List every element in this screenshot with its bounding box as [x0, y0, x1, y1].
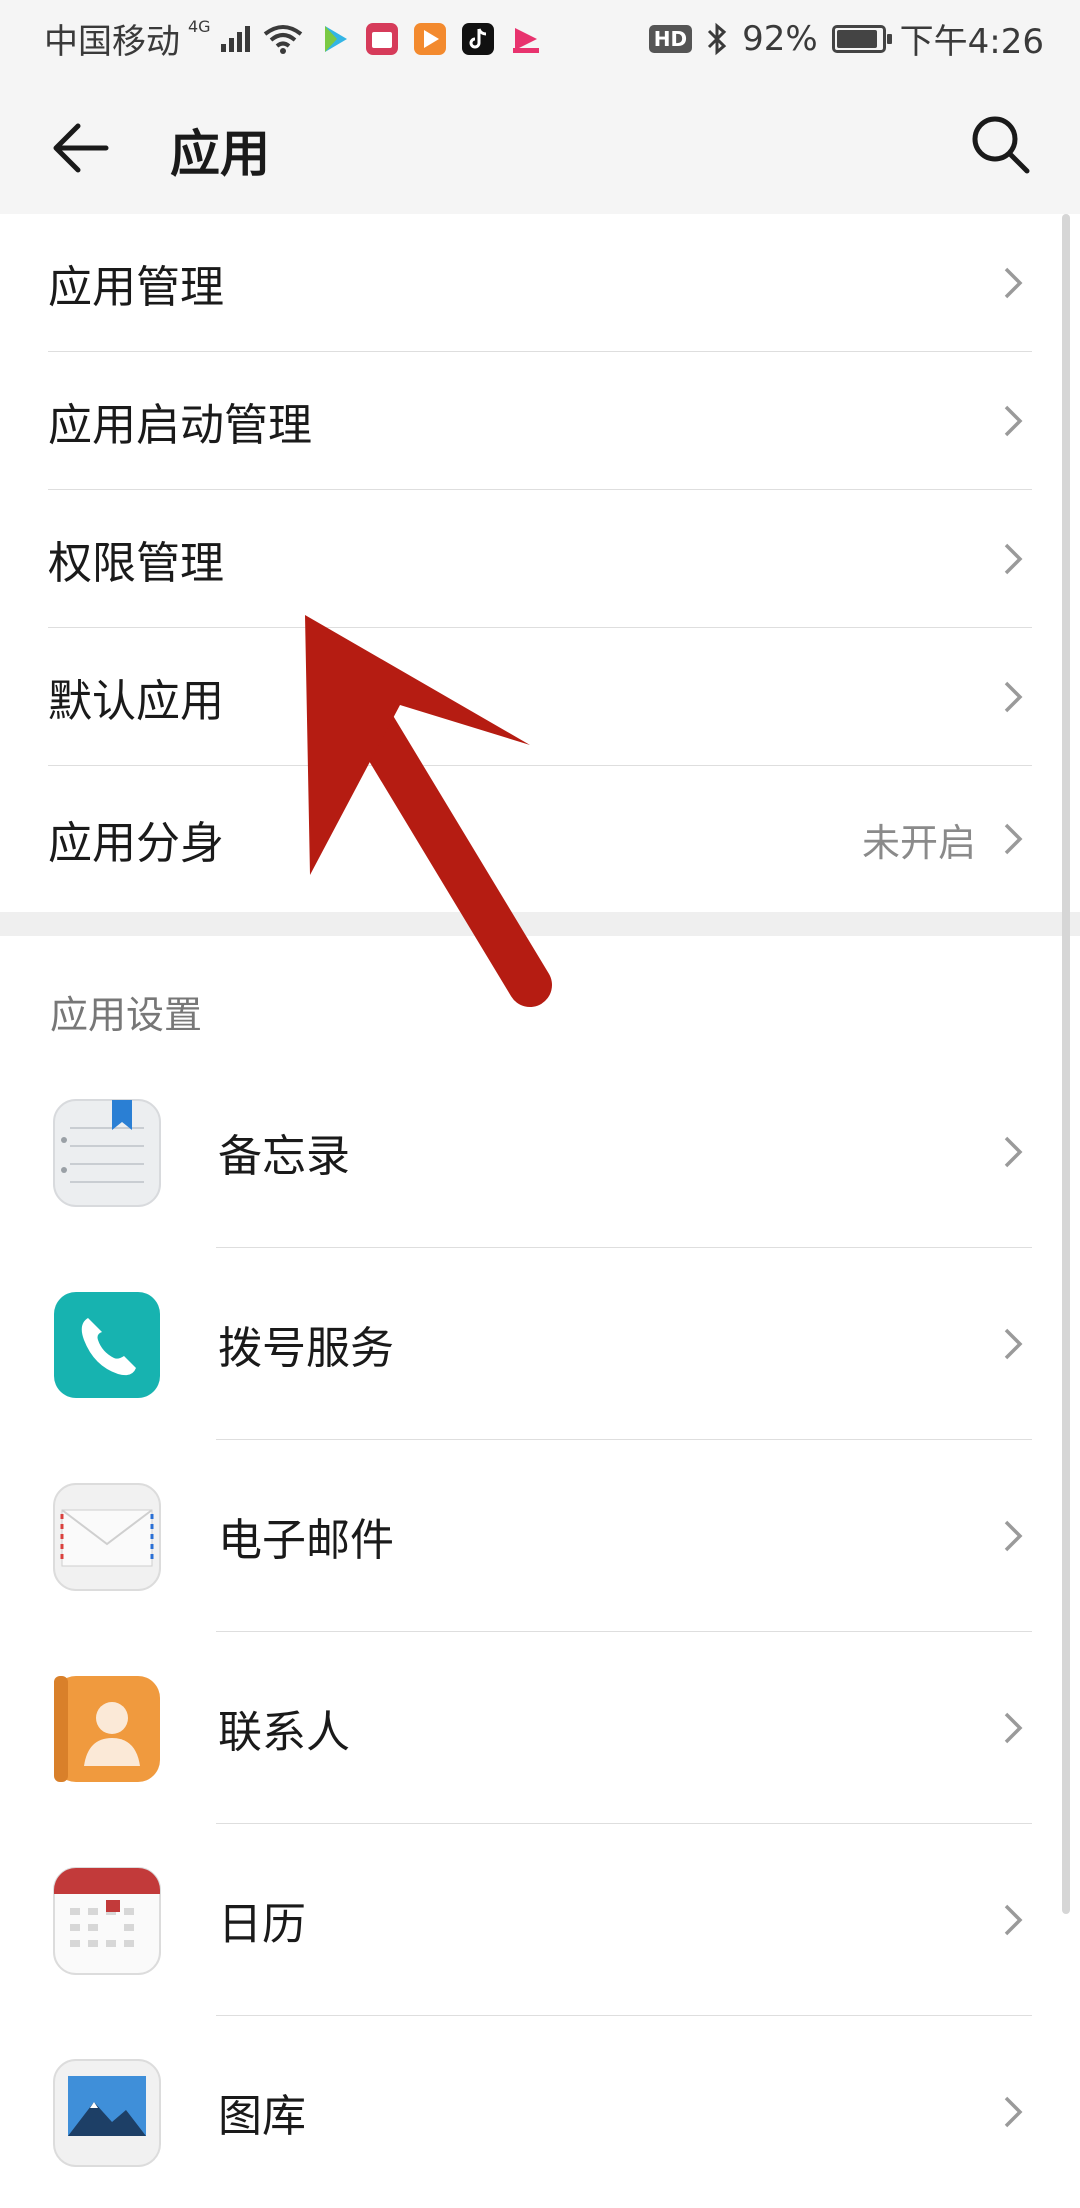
menu-item-label: 权限管理 — [48, 538, 224, 589]
battery-percent: 92% — [742, 18, 818, 59]
back-button[interactable] — [40, 108, 120, 188]
app-item-email[interactable]: 电子邮件 — [0, 1440, 1080, 1632]
player-app-notification-icon — [413, 22, 446, 55]
contacts-icon — [52, 1674, 162, 1784]
menu-item-label: 默认应用 — [48, 676, 224, 727]
app-name: 联系人 — [218, 1707, 350, 1758]
phone-icon — [52, 1290, 162, 1400]
mall-app-notification-icon — [365, 22, 398, 55]
menu-item-label: 应用启动管理 — [48, 400, 312, 451]
search-icon — [972, 116, 1030, 174]
calendar-icon — [52, 1866, 162, 1976]
signal-icon — [220, 25, 250, 52]
menu-item-label: 应用管理 — [48, 262, 224, 313]
app-name: 拨号服务 — [218, 1323, 394, 1374]
app-menu-group: 应用管理 应用启动管理 权限管理 默认应用 应用分身 未开启 — [0, 214, 1080, 912]
hd-badge: HD — [648, 24, 693, 53]
status-bar: 中国移动 4G HD 92% 下午4:26 — [0, 0, 1080, 76]
network-type-badge: 4G — [188, 17, 211, 36]
app-item-notepad[interactable]: 备忘录 — [0, 1056, 1080, 1248]
clock: 下午4:26 — [899, 22, 1044, 62]
scrollbar[interactable] — [1062, 214, 1070, 1914]
app-item-contacts[interactable]: 联系人 — [0, 1632, 1080, 1824]
app-twin-status: 未开启 — [861, 820, 976, 865]
chevron-right-icon — [1004, 543, 1023, 575]
menu-item-permission-management[interactable]: 权限管理 — [48, 490, 1032, 628]
chevron-right-icon — [1004, 1904, 1023, 1936]
wifi-icon — [263, 24, 302, 54]
app-item-gallery[interactable]: 图库 — [0, 2016, 1080, 2208]
app-bar: 应用 — [0, 76, 1080, 214]
chevron-right-icon — [1004, 405, 1023, 437]
search-button[interactable] — [960, 104, 1040, 184]
menu-item-app-twin[interactable]: 应用分身 未开启 — [48, 766, 1032, 912]
chevron-right-icon — [1004, 823, 1023, 855]
back-arrow-icon — [53, 123, 109, 173]
app-item-calendar[interactable]: 日历 — [0, 1824, 1080, 2016]
chevron-right-icon — [1004, 1136, 1023, 1168]
app-name: 日历 — [218, 1899, 306, 1950]
bluetooth-icon — [708, 22, 727, 55]
battery-icon — [831, 24, 892, 53]
notepad-icon — [52, 1098, 162, 1208]
chevron-right-icon — [1004, 1328, 1023, 1360]
section-title-app-settings: 应用设置 — [50, 993, 203, 1037]
video-app-notification-icon — [324, 25, 347, 52]
chevron-right-icon — [1004, 2096, 1023, 2128]
envelope-icon — [52, 1482, 162, 1592]
app-name: 电子邮件 — [218, 1515, 394, 1566]
menu-item-app-management[interactable]: 应用管理 — [48, 214, 1032, 352]
app-name: 图库 — [218, 2091, 306, 2142]
section-separator — [0, 912, 1080, 936]
news-app-notification-icon — [512, 27, 539, 53]
chevron-right-icon — [1004, 681, 1023, 713]
chevron-right-icon — [1004, 267, 1023, 299]
page-title: 应用 — [170, 125, 270, 183]
menu-item-default-apps[interactable]: 默认应用 — [48, 628, 1032, 766]
tiktok-notification-icon — [461, 22, 494, 55]
gallery-icon — [52, 2058, 162, 2168]
chevron-right-icon — [1004, 1520, 1023, 1552]
app-name: 备忘录 — [218, 1131, 350, 1182]
chevron-right-icon — [1004, 1712, 1023, 1744]
menu-item-app-launch-management[interactable]: 应用启动管理 — [48, 352, 1032, 490]
app-item-dialer[interactable]: 拨号服务 — [0, 1248, 1080, 1440]
carrier-name: 中国移动 — [44, 22, 180, 62]
menu-item-label: 应用分身 — [48, 818, 224, 869]
